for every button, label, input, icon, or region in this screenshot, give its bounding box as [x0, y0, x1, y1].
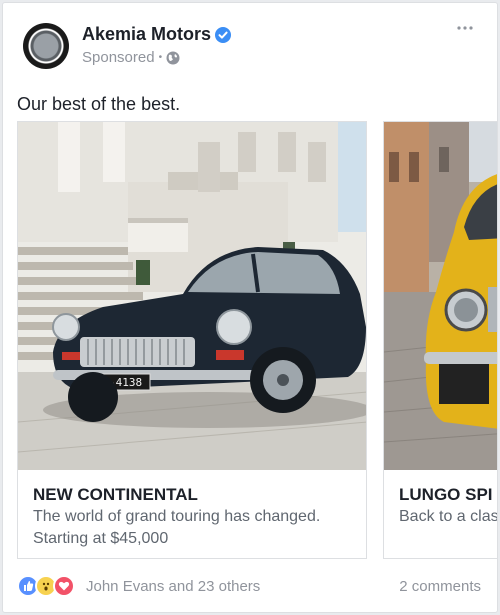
separator-dot: • [158, 52, 163, 63]
sponsored-label[interactable]: Sponsored [82, 49, 155, 66]
page-avatar[interactable] [23, 23, 69, 69]
car-photo-image[interactable]: DC-4138 [18, 122, 366, 470]
globe-icon [166, 51, 180, 64]
carousel-card-title[interactable]: NEW CONTINENTAL [33, 485, 198, 505]
carousel-card[interactable]: LUNGO SPI Back to a clas [383, 121, 498, 559]
sponsored-row: Sponsored • [82, 49, 180, 66]
carousel-card-title[interactable]: LUNGO SPI [399, 485, 493, 505]
post-footer: John Evans and 23 others 2 comments [3, 570, 497, 610]
ad-carousel[interactable]: DC-4138 NEW CONTINENTAL The world of gra… [17, 121, 498, 561]
carousel-card[interactable]: DC-4138 NEW CONTINENTAL The world of gra… [17, 121, 367, 559]
page-name[interactable]: Akemia Motors [82, 24, 211, 45]
reaction-summary[interactable]: John Evans and 23 others [86, 578, 260, 595]
carousel-card-price: Starting at $45,000 [33, 530, 169, 547]
carousel-card-description: Back to a clas [399, 508, 498, 525]
verified-badge-icon [215, 27, 231, 43]
post-header: Akemia Motors Sponsored • [3, 3, 497, 83]
car-photo-image[interactable] [384, 122, 497, 470]
comments-count-link[interactable]: 2 comments [399, 578, 481, 595]
carousel-card-description: The world of grand touring has changed. [33, 508, 321, 525]
love-reaction-icon [53, 575, 75, 597]
sponsored-post-card: Akemia Motors Sponsored • Our best of th… [2, 2, 498, 613]
reaction-icons[interactable] [17, 575, 81, 597]
more-options-icon[interactable] [455, 21, 475, 33]
post-text: Our best of the best. [17, 94, 181, 114]
